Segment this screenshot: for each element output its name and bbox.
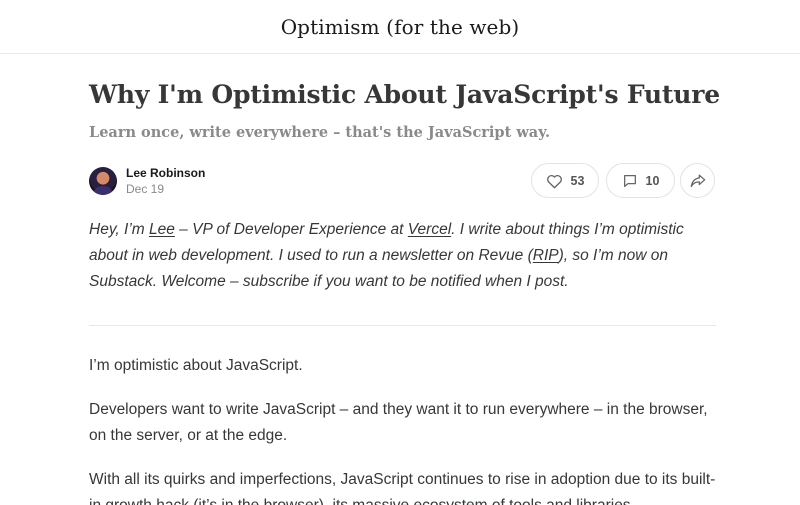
post-date: Dec 19 (126, 182, 165, 196)
body-paragraph-2: Developers want to write JavaScript – an… (89, 401, 708, 444)
share-icon (690, 173, 706, 188)
publication-title[interactable]: Optimism (for the web) (281, 15, 520, 39)
heart-icon (546, 173, 563, 189)
post-title: Why I'm Optimistic About JavaScript's Fu… (89, 80, 720, 109)
link-vercel[interactable]: Vercel (408, 221, 451, 238)
body-paragraph-3: With all its quirks and imperfections, J… (89, 471, 716, 505)
comment-count: 10 (645, 173, 660, 188)
share-button[interactable] (680, 163, 715, 198)
section-divider (89, 325, 716, 326)
link-rip[interactable]: RIP (533, 247, 559, 264)
body-paragraph-1: I’m optimistic about JavaScript. (89, 357, 303, 374)
publication-header: Optimism (for the web) (0, 0, 800, 54)
like-button[interactable]: 53 (531, 163, 599, 198)
comment-icon (622, 173, 638, 189)
intro-text-1: Hey, I’m (89, 221, 149, 238)
author-intro: Hey, I’m Lee – VP of Developer Experienc… (89, 217, 716, 295)
like-count: 53 (570, 173, 585, 188)
author-avatar[interactable] (89, 167, 117, 195)
author-name[interactable]: Lee Robinson (126, 166, 205, 180)
link-lee[interactable]: Lee (149, 221, 175, 238)
intro-text-2: – VP of Developer Experience at (174, 221, 408, 238)
post-subtitle: Learn once, write everywhere – that's th… (89, 124, 551, 141)
comment-button[interactable]: 10 (606, 163, 675, 198)
